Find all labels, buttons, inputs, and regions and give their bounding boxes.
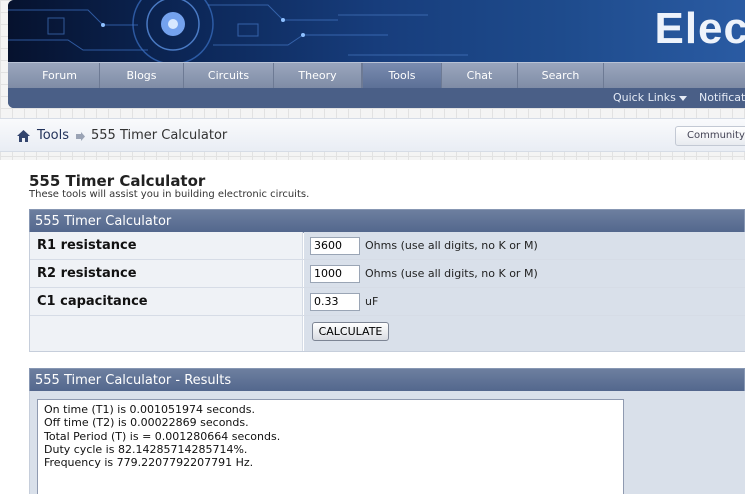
breadcrumb-current: 555 Timer Calculator (91, 128, 228, 143)
breadcrumb: Tools 555 Timer Calculator Community (0, 118, 745, 152)
calculate-button[interactable]: CALCULATE (312, 322, 389, 341)
c1-unit: uF (365, 295, 379, 308)
results-textarea[interactable]: On time (T1) is 0.001051974 seconds. Off… (37, 399, 624, 494)
site-header: Elec Forum Blogs Circuits Theory Tools C… (8, 0, 745, 108)
page-title: 555 Timer Calculator (29, 172, 206, 190)
form-row-c1: C1 capacitance 0.33 uF (30, 288, 745, 316)
tab-theory[interactable]: Theory (274, 63, 362, 89)
result-off-time: Off time (T2) is 0.00022869 seconds. (44, 416, 249, 430)
quick-links-menu[interactable]: Quick Links (613, 88, 687, 108)
calculator-form: R1 resistance 3600 Ohms (use all digits,… (29, 232, 745, 352)
breadcrumb-tools-link[interactable]: Tools (37, 119, 69, 153)
circuit-board-graphic (8, 0, 468, 62)
submit-label-cell (30, 316, 303, 351)
r1-unit: Ohms (use all digits, no K or M) (365, 239, 538, 252)
form-row-submit: CALCULATE (30, 316, 745, 351)
r2-unit: Ohms (use all digits, no K or M) (365, 267, 538, 280)
tab-search[interactable]: Search (518, 63, 604, 89)
breadcrumb-arrow-icon (76, 132, 85, 141)
result-frequency: Frequency is 779.2207792207791 Hz. (44, 456, 254, 470)
result-duty-cycle: Duty cycle is 82.14285714285714%. (44, 442, 248, 456)
chevron-down-icon (678, 95, 687, 101)
main-navigation: Forum Blogs Circuits Theory Tools Chat S… (8, 62, 745, 89)
home-icon[interactable] (17, 130, 30, 142)
c1-value-cell: 0.33 uF (304, 288, 745, 315)
result-total-period: Total Period (T) is = 0.001280664 second… (44, 429, 281, 443)
form-row-r1: R1 resistance 3600 Ohms (use all digits,… (30, 232, 745, 260)
tab-chat[interactable]: Chat (442, 63, 518, 89)
page-subtitle: These tools will assist you in building … (29, 189, 310, 200)
site-title: Elec (654, 4, 745, 53)
tab-circuits[interactable]: Circuits (184, 63, 274, 89)
r1-input[interactable]: 3600 (310, 237, 360, 255)
results-panel-header: 555 Timer Calculator - Results (29, 368, 745, 392)
r2-input[interactable]: 1000 (310, 265, 360, 283)
tab-tools[interactable]: Tools (362, 63, 442, 89)
tab-forum[interactable]: Forum (20, 63, 100, 89)
site-banner: Elec (8, 0, 745, 62)
calculator-panel-header: 555 Timer Calculator (29, 209, 745, 233)
quick-links-label: Quick Links (613, 91, 676, 104)
r2-value-cell: 1000 Ohms (use all digits, no K or M) (304, 260, 745, 287)
results-panel: On time (T1) is 0.001051974 seconds. Off… (29, 391, 745, 494)
submit-cell: CALCULATE (304, 316, 745, 351)
form-row-r2: R2 resistance 1000 Ohms (use all digits,… (30, 260, 745, 288)
sub-navigation: Quick Links Notificati (8, 88, 745, 108)
r1-value-cell: 3600 Ohms (use all digits, no K or M) (304, 232, 745, 259)
result-on-time: On time (T1) is 0.001051974 seconds. (44, 403, 255, 416)
notifications-menu[interactable]: Notificati (699, 88, 745, 108)
community-button[interactable]: Community (675, 126, 745, 146)
r2-label: R2 resistance (30, 260, 303, 287)
r1-label: R1 resistance (30, 232, 303, 259)
c1-label: C1 capacitance (30, 288, 303, 315)
c1-input[interactable]: 0.33 (310, 293, 360, 311)
tab-blogs[interactable]: Blogs (100, 63, 184, 89)
